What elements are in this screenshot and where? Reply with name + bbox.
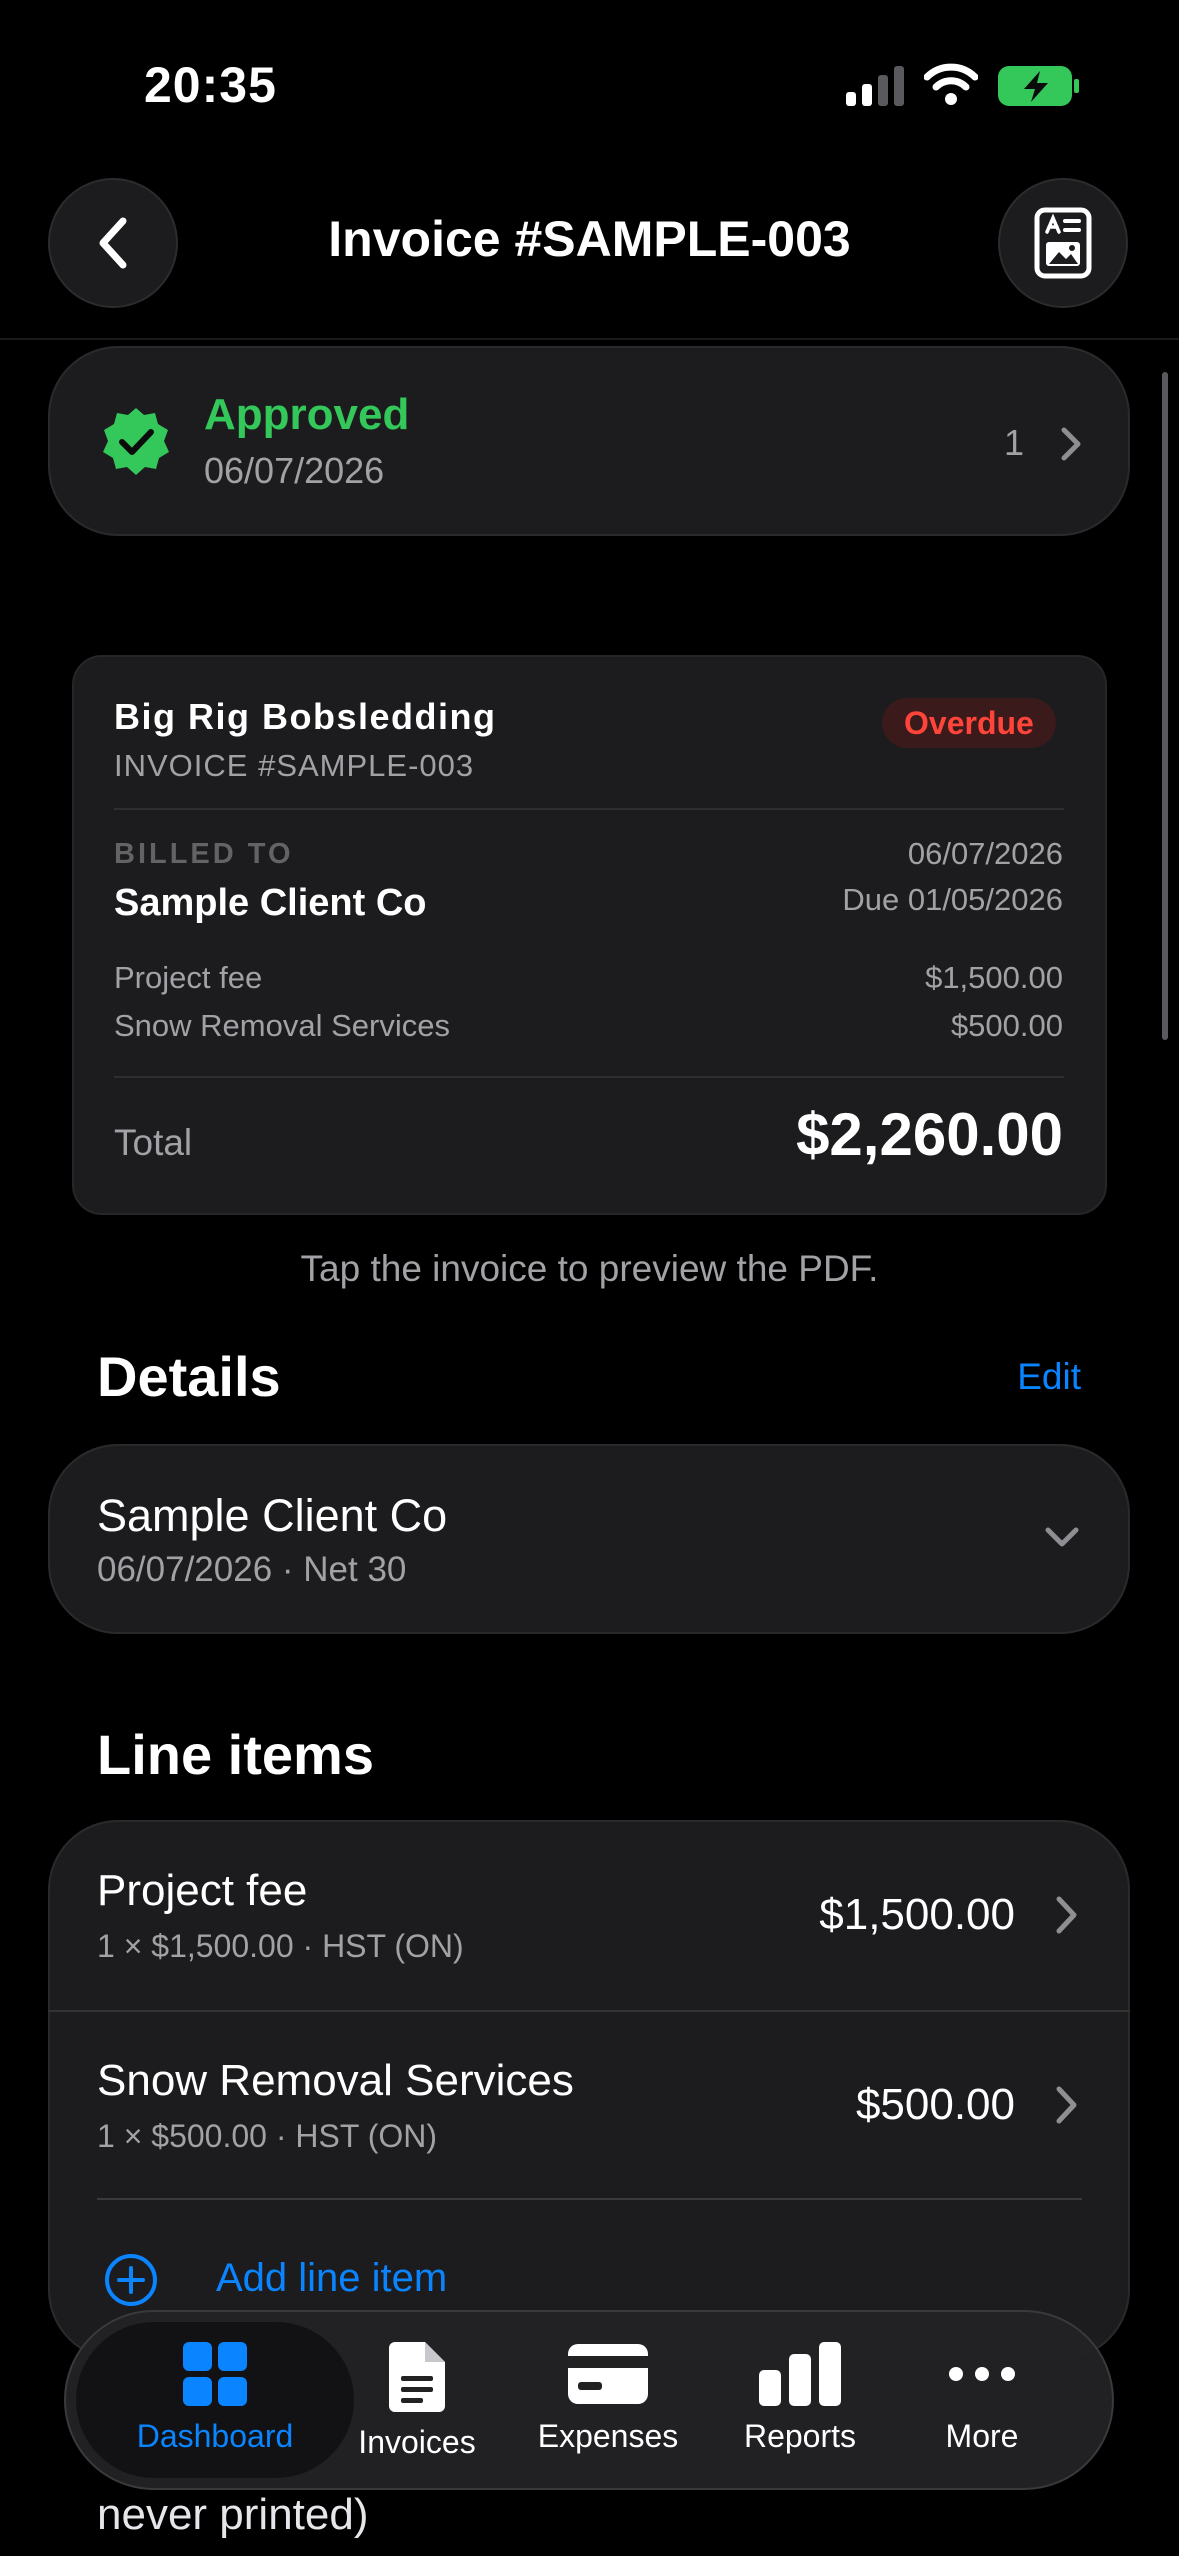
status-time: 20:35	[144, 57, 277, 113]
pdf-preview-button[interactable]	[998, 178, 1128, 308]
details-subtitle: 06/07/2026 · Net 30	[97, 1550, 407, 1589]
total-label: Total	[114, 1122, 193, 1163]
wifi-icon	[924, 63, 978, 105]
add-circle-icon[interactable]	[104, 2253, 158, 2307]
divider	[114, 808, 1064, 810]
preview-line-name: Project fee	[114, 960, 263, 995]
card-icon	[568, 2344, 648, 2404]
edit-button[interactable]: Edit	[1017, 1356, 1081, 1398]
tab-label: Invoices	[358, 2424, 476, 2460]
details-heading: Details	[97, 1345, 281, 1408]
approval-count: 1	[1004, 422, 1025, 463]
chevron-right-icon	[1056, 2086, 1077, 2124]
battery-charging-icon	[998, 66, 1079, 106]
due-date: Due 01/05/2026	[842, 882, 1063, 917]
preview-line-amount: $500.00	[950, 1008, 1063, 1043]
header-divider	[0, 338, 1179, 340]
scrollbar[interactable]	[1162, 372, 1168, 1040]
tab-label: Dashboard	[136, 2418, 294, 2454]
line-item-subtitle: 1 × $1,500.00 · HST (ON)	[97, 1928, 464, 1964]
preview-line-amount: $1,500.00	[925, 960, 1063, 995]
invoice-number: INVOICE #SAMPLE-003	[114, 748, 475, 783]
billed-client-name: Sample Client Co	[114, 882, 427, 924]
cellular-signal-icon	[846, 66, 904, 106]
tab-label: More	[945, 2418, 1019, 2454]
details-client-name: Sample Client Co	[97, 1490, 448, 1541]
add-line-item-button[interactable]: Add line item	[216, 2256, 447, 2301]
tab-invoices[interactable]: Invoices	[317, 2340, 517, 2461]
document-icon	[389, 2342, 445, 2412]
obscured-text: never printed)	[97, 2490, 369, 2539]
document-preview-icon	[1034, 207, 1092, 279]
chevron-right-icon	[1061, 427, 1081, 461]
ellipsis-icon	[949, 2367, 1015, 2381]
bar-chart-icon	[759, 2342, 841, 2406]
tab-dashboard[interactable]: Dashboard	[115, 2340, 315, 2455]
status-badge: Overdue	[882, 698, 1056, 748]
tab-label: Reports	[743, 2418, 857, 2454]
tab-label: Expenses	[537, 2418, 679, 2454]
tab-reports[interactable]: Reports	[700, 2340, 900, 2455]
line-item-subtitle: 1 × $500.00 · HST (ON)	[97, 2118, 437, 2154]
grid-icon	[183, 2342, 247, 2406]
line-items-heading: Line items	[97, 1723, 374, 1786]
line-item-amount: $1,500.00	[819, 1890, 1015, 1939]
chevron-right-icon	[1056, 1896, 1077, 1934]
divider	[97, 2198, 1082, 2200]
divider	[114, 1076, 1064, 1078]
issue-date: 06/07/2026	[907, 836, 1063, 871]
chevron-down-icon	[1045, 1527, 1079, 1547]
total-amount: $2,260.00	[796, 1101, 1063, 1168]
approval-date: 06/07/2026	[204, 450, 385, 491]
preview-line-name: Snow Removal Services	[114, 1008, 450, 1043]
billed-to-label: BILLED TO	[114, 838, 294, 870]
line-item-title: Snow Removal Services	[97, 2056, 574, 2105]
approval-status-label: Approved	[204, 390, 410, 439]
verified-badge-icon	[103, 408, 169, 475]
approval-status-card[interactable]	[48, 346, 1130, 536]
line-item-amount: $500.00	[855, 2080, 1015, 2129]
line-item-title: Project fee	[97, 1866, 308, 1915]
preview-hint: Tap the invoice to preview the PDF.	[300, 1248, 879, 1289]
tab-expenses[interactable]: Expenses	[508, 2340, 708, 2455]
business-name: Big Rig Bobsledding	[114, 696, 497, 737]
tab-more[interactable]: More	[882, 2340, 1082, 2455]
